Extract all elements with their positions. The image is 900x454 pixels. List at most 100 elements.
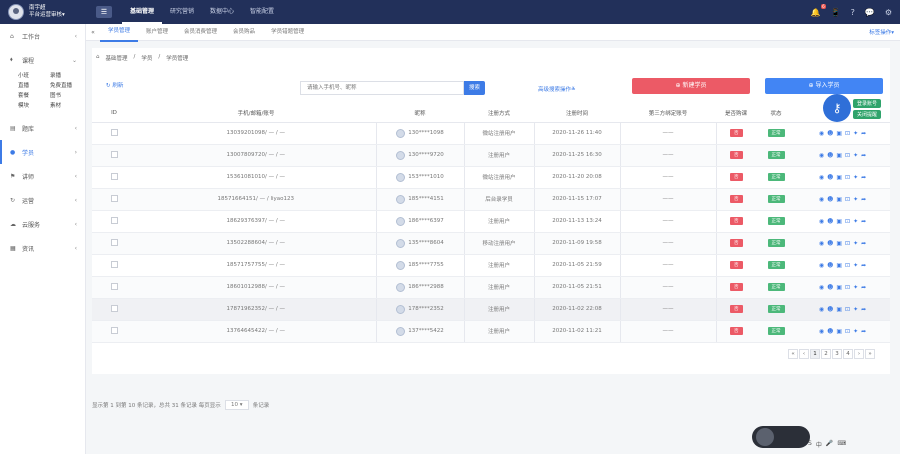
bag-icon[interactable]: ▣ [836,218,843,225]
user-role[interactable]: 平台运营审核▾ [29,12,65,19]
bell-icon[interactable]: 🔔 6 [811,3,826,17]
row-checkbox[interactable] [92,298,136,321]
bag-icon[interactable]: ▣ [836,328,843,335]
table-row[interactable]: 13502288604/ — / — 135****8604 移动注册用户 2020-… [92,232,890,255]
users-icon[interactable]: ☻ [827,196,834,203]
gear-icon[interactable]: ✦ [853,130,859,137]
share-icon[interactable]: ➦ [861,262,867,269]
share-icon[interactable]: ➦ [861,218,867,225]
settings-icon[interactable]: ⚙ [885,8,892,17]
table-row[interactable]: 17871962352/ — / — 178****2352 注册用户 2020-11… [92,298,890,321]
eye-icon[interactable]: ◉ [819,218,825,225]
refresh-button[interactable]: ↻ 刷新 [106,81,123,89]
page-next-button[interactable]: › [854,349,864,359]
share-icon[interactable]: ➦ [861,306,867,313]
advanced-search-button[interactable]: 高级搜索操作≚ [538,85,576,93]
eye-icon[interactable]: ◉ [819,306,825,313]
sidebar-item-news[interactable]: ▦ 资讯 ‹ [0,236,85,260]
users-icon[interactable]: ☻ [827,306,834,313]
bag-icon[interactable]: ▣ [836,306,843,313]
keyboard-icon[interactable]: ⌨ [837,440,846,449]
share-icon[interactable]: ➦ [861,152,867,159]
sidebar-item-operations[interactable]: ↻ 运营 ‹ [0,188,85,212]
lock-icon[interactable]: ⊡ [845,306,851,313]
share-icon[interactable]: ➦ [861,328,867,335]
lock-icon[interactable]: ⊡ [845,240,851,247]
bag-icon[interactable]: ▣ [836,240,843,247]
submenu-item[interactable]: 套餐 [18,92,50,100]
gear-icon[interactable]: ✦ [853,152,859,159]
row-checkbox[interactable] [92,188,136,211]
page-button-4[interactable]: 4 [843,349,853,359]
lock-icon[interactable]: ⊡ [845,130,851,137]
bag-icon[interactable]: ▣ [836,262,843,269]
page-prev-button[interactable]: ‹ [799,349,809,359]
users-icon[interactable]: ☻ [827,174,834,181]
new-student-button[interactable]: ⊕ 新建学员 [632,78,750,94]
submenu-item[interactable]: 小班 [18,72,50,80]
eye-icon[interactable]: ◉ [819,262,825,269]
bag-icon[interactable]: ▣ [836,130,843,137]
help-icon[interactable]: ? [851,8,855,17]
breadcrumb-item[interactable]: 学员 [141,54,152,62]
search-button[interactable]: 搜索 [464,81,485,95]
share-icon[interactable]: ➦ [861,196,867,203]
sidebar-item-teachers[interactable]: ⚑ 讲师 ‹ [0,164,85,188]
tab-account-management[interactable]: 账户管理 [138,24,176,41]
close-reminder-tag[interactable]: 关闭提醒 [853,110,882,119]
users-icon[interactable]: ☻ [827,130,834,137]
import-student-button[interactable]: ⊕ 导入学员 [765,78,883,94]
nav-research-marketing[interactable]: 研究营销 [162,0,202,24]
gear-icon[interactable]: ✦ [853,328,859,335]
eye-icon[interactable]: ◉ [819,130,825,137]
eye-icon[interactable]: ◉ [819,196,825,203]
row-checkbox[interactable] [92,166,136,189]
chat-icon[interactable]: 💬 [865,8,875,17]
users-icon[interactable]: ☻ [827,328,834,335]
submenu-item[interactable]: 图书 [50,92,82,100]
eye-icon[interactable]: ◉ [819,174,825,181]
row-checkbox[interactable] [92,232,136,255]
lock-icon[interactable]: ⊡ [845,218,851,225]
lock-icon[interactable]: ⊡ [845,284,851,291]
page-button-3[interactable]: 3 [832,349,842,359]
row-checkbox[interactable] [92,320,136,343]
gear-icon[interactable]: ✦ [853,174,859,181]
row-checkbox[interactable] [92,254,136,277]
gear-icon[interactable]: ✦ [853,262,859,269]
users-icon[interactable]: ☻ [827,284,834,291]
share-icon[interactable]: ➦ [861,284,867,291]
page-first-button[interactable]: « [788,349,798,359]
breadcrumb-item[interactable]: 基础管理 [106,54,128,62]
table-row[interactable]: 13007809720/ — / — 130****9720 注册用户 2020-11… [92,144,890,167]
table-row[interactable]: 13764645422/ — / — 137****5422 注册用户 2020-11… [92,320,890,343]
submenu-item[interactable]: 录播 [50,72,82,80]
sidebar-item-workbench[interactable]: ⌂ 工作台 ‹ [0,24,85,48]
row-checkbox[interactable] [92,276,136,299]
eye-icon[interactable]: ◉ [819,240,825,247]
tab-member-consumption[interactable]: 会员消费管理 [176,24,225,41]
users-icon[interactable]: ☻ [827,152,834,159]
table-row[interactable]: 18629376397/ — / — 186****6397 注册用户 2020-11… [92,210,890,233]
users-icon[interactable]: ☻ [827,218,834,225]
bag-icon[interactable]: ▣ [836,284,843,291]
sidebar-item-question-bank[interactable]: ▤ 题库 ‹ [0,116,85,140]
users-icon[interactable]: ☻ [827,262,834,269]
users-icon[interactable]: ☻ [827,240,834,247]
eye-icon[interactable]: ◉ [819,284,825,291]
gear-icon[interactable]: ✦ [853,240,859,247]
tab-student-management[interactable]: 学员管理 [100,23,139,42]
page-button-2[interactable]: 2 [821,349,831,359]
input-method-icon[interactable]: S [808,440,812,449]
eye-icon[interactable]: ◉ [819,152,825,159]
eye-icon[interactable]: ◉ [819,328,825,335]
lock-icon[interactable]: ⊡ [845,196,851,203]
row-checkbox[interactable] [92,144,136,167]
row-checkbox[interactable] [92,122,136,145]
submenu-item[interactable]: 模块 [18,102,50,110]
bag-icon[interactable]: ▣ [836,196,843,203]
tab-wrong-questions[interactable]: 学员错题管理 [263,24,312,41]
sidebar-item-cloud-service[interactable]: ☁ 云服务 ‹ [0,212,85,236]
gear-icon[interactable]: ✦ [853,218,859,225]
tab-scroll-left-icon[interactable]: « [86,29,100,36]
